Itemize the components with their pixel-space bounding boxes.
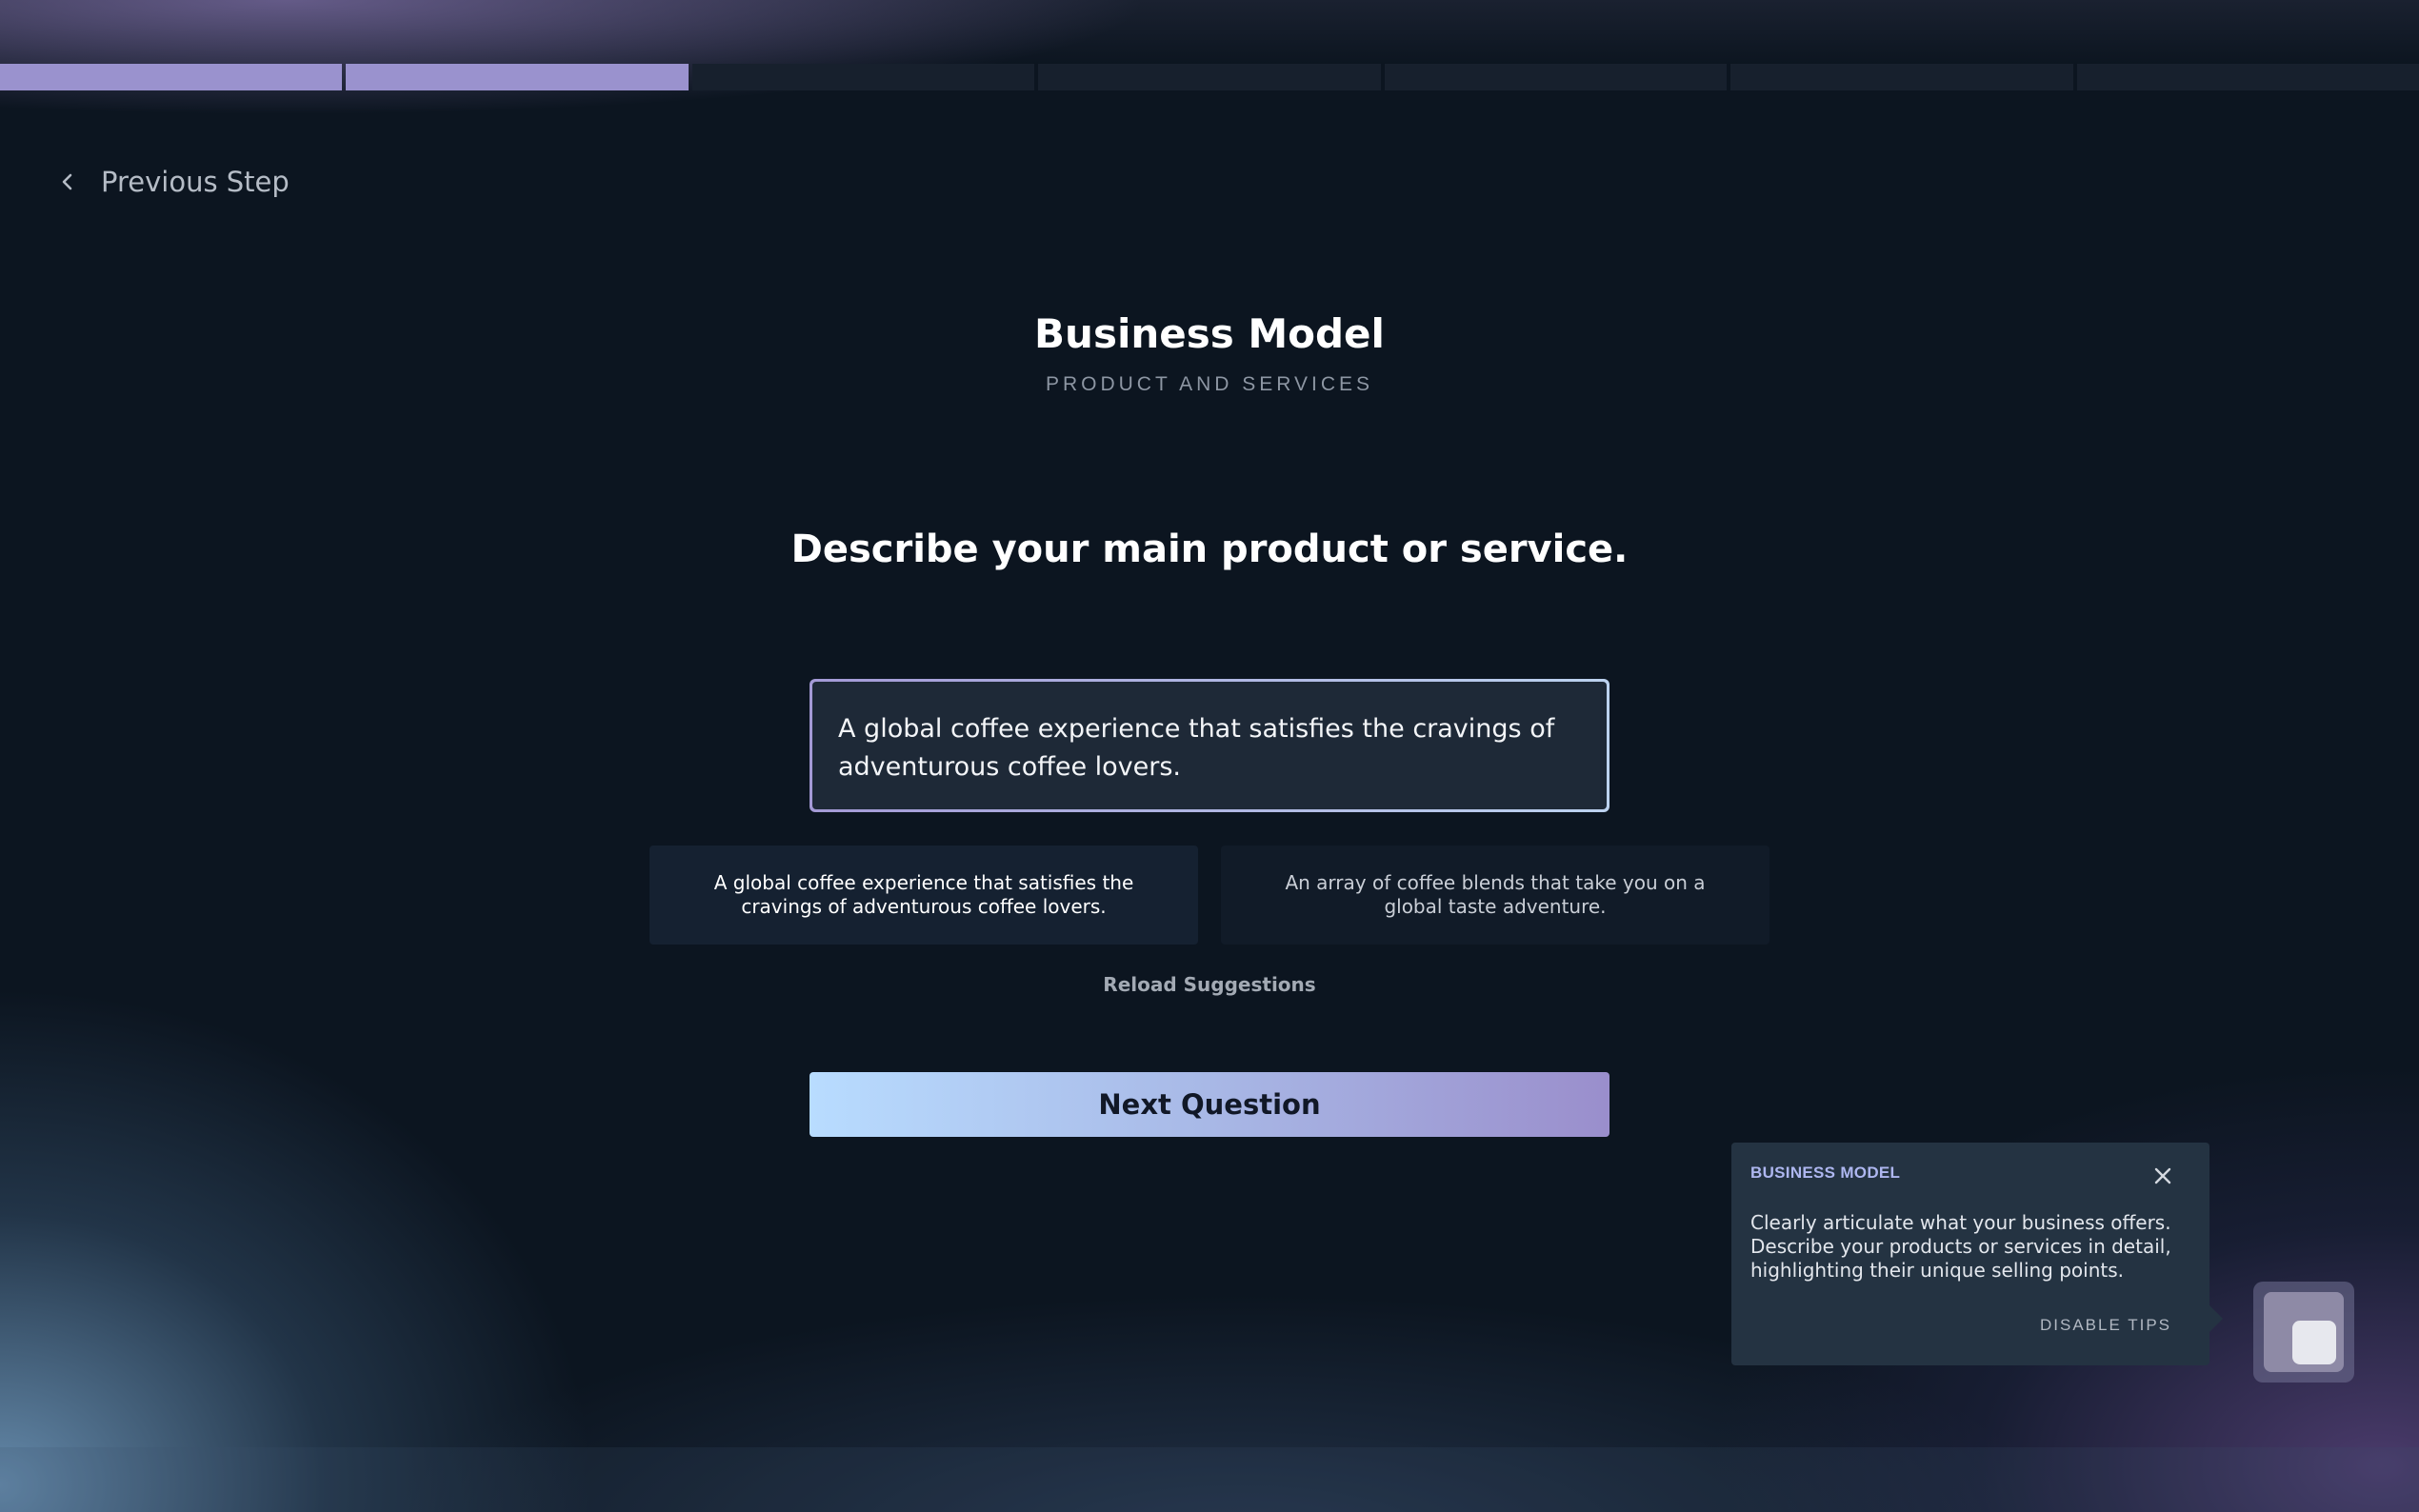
reload-suggestions-button[interactable]: Reload Suggestions (0, 973, 2419, 996)
close-icon[interactable] (2150, 1164, 2175, 1188)
tip-panel: BUSINESS MODEL Clearly articulate what y… (1731, 1143, 2209, 1365)
suggestion-card-1[interactable]: A global coffee experience that satisfie… (650, 846, 1198, 945)
suggestion-text-1: A global coffee experience that satisfie… (713, 871, 1134, 918)
previous-step-label: Previous Step (101, 166, 290, 198)
progress-segment-6 (1730, 64, 2073, 90)
progress-segment-7 (2076, 64, 2419, 90)
progress-segment-4 (1038, 64, 1381, 90)
suggestion-text-2: An array of coffee blends that take you … (1285, 871, 1706, 918)
progress-segment-5 (1384, 64, 1728, 90)
bottom-band (0, 1447, 2419, 1512)
suggestion-card-2[interactable]: An array of coffee blends that take you … (1221, 846, 1769, 945)
answer-input[interactable]: A global coffee experience that satisfie… (812, 682, 1607, 809)
progress-segment-1 (0, 64, 343, 90)
progress-bar (0, 64, 2419, 90)
assistant-icon-core (2292, 1321, 2336, 1364)
assistant-button[interactable] (2253, 1282, 2354, 1383)
question-text: Describe your main product or service. (790, 527, 1629, 571)
assistant-icon (2264, 1292, 2344, 1372)
page-subtitle: PRODUCT AND SERVICES (1045, 373, 1374, 395)
page-title: Business Model (1034, 310, 1385, 357)
progress-segment-2 (346, 64, 689, 90)
next-question-button[interactable]: Next Question (810, 1072, 1609, 1137)
previous-step-button[interactable]: Previous Step (55, 160, 290, 204)
tip-heading: BUSINESS MODEL (1750, 1164, 1901, 1182)
answer-field-frame: A global coffee experience that satisfie… (810, 679, 1609, 812)
progress-segment-3 (691, 64, 1035, 90)
chevron-left-icon (62, 173, 72, 190)
tip-pointer (2209, 1305, 2223, 1332)
tip-body: Clearly articulate what your business of… (1750, 1211, 2171, 1282)
disable-tips-button[interactable]: DISABLE TIPS (2040, 1316, 2171, 1335)
